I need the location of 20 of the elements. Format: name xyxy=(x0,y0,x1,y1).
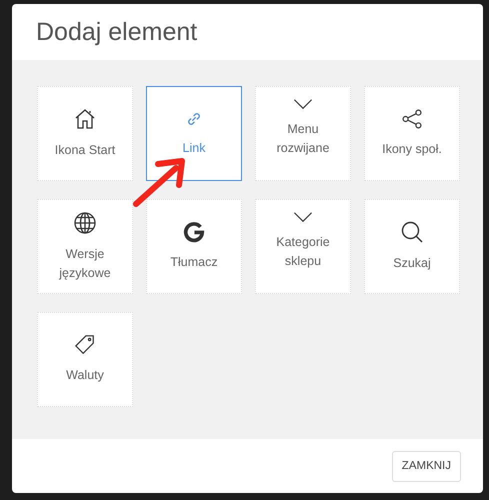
element-tile[interactable]: Wersje językowe xyxy=(37,199,133,294)
element-tile[interactable]: Ikony społ. xyxy=(364,86,460,181)
share-icon xyxy=(401,108,423,130)
google-g-icon xyxy=(183,221,205,243)
element-tile[interactable]: Szukaj xyxy=(364,199,460,294)
chevron-down-icon xyxy=(292,210,314,222)
element-tile[interactable]: Ikona Start xyxy=(37,86,133,181)
arrow-annotation xyxy=(132,156,188,208)
tag-icon xyxy=(74,334,96,356)
element-tile[interactable]: Tłumacz xyxy=(146,199,242,294)
globe-icon xyxy=(73,210,97,234)
element-tile[interactable]: Link xyxy=(146,86,242,181)
dialog-title: Dodaj element xyxy=(36,18,198,46)
element-tile[interactable]: Waluty xyxy=(37,312,133,407)
house-icon xyxy=(73,107,97,131)
element-tile[interactable]: Menu rozwijane xyxy=(255,86,351,181)
close-button[interactable]: ZAMKNIJ xyxy=(392,450,461,482)
search-icon xyxy=(400,220,424,244)
element-tile[interactable]: Kategorie sklepu xyxy=(255,199,351,294)
chevron-down-icon xyxy=(292,98,314,110)
